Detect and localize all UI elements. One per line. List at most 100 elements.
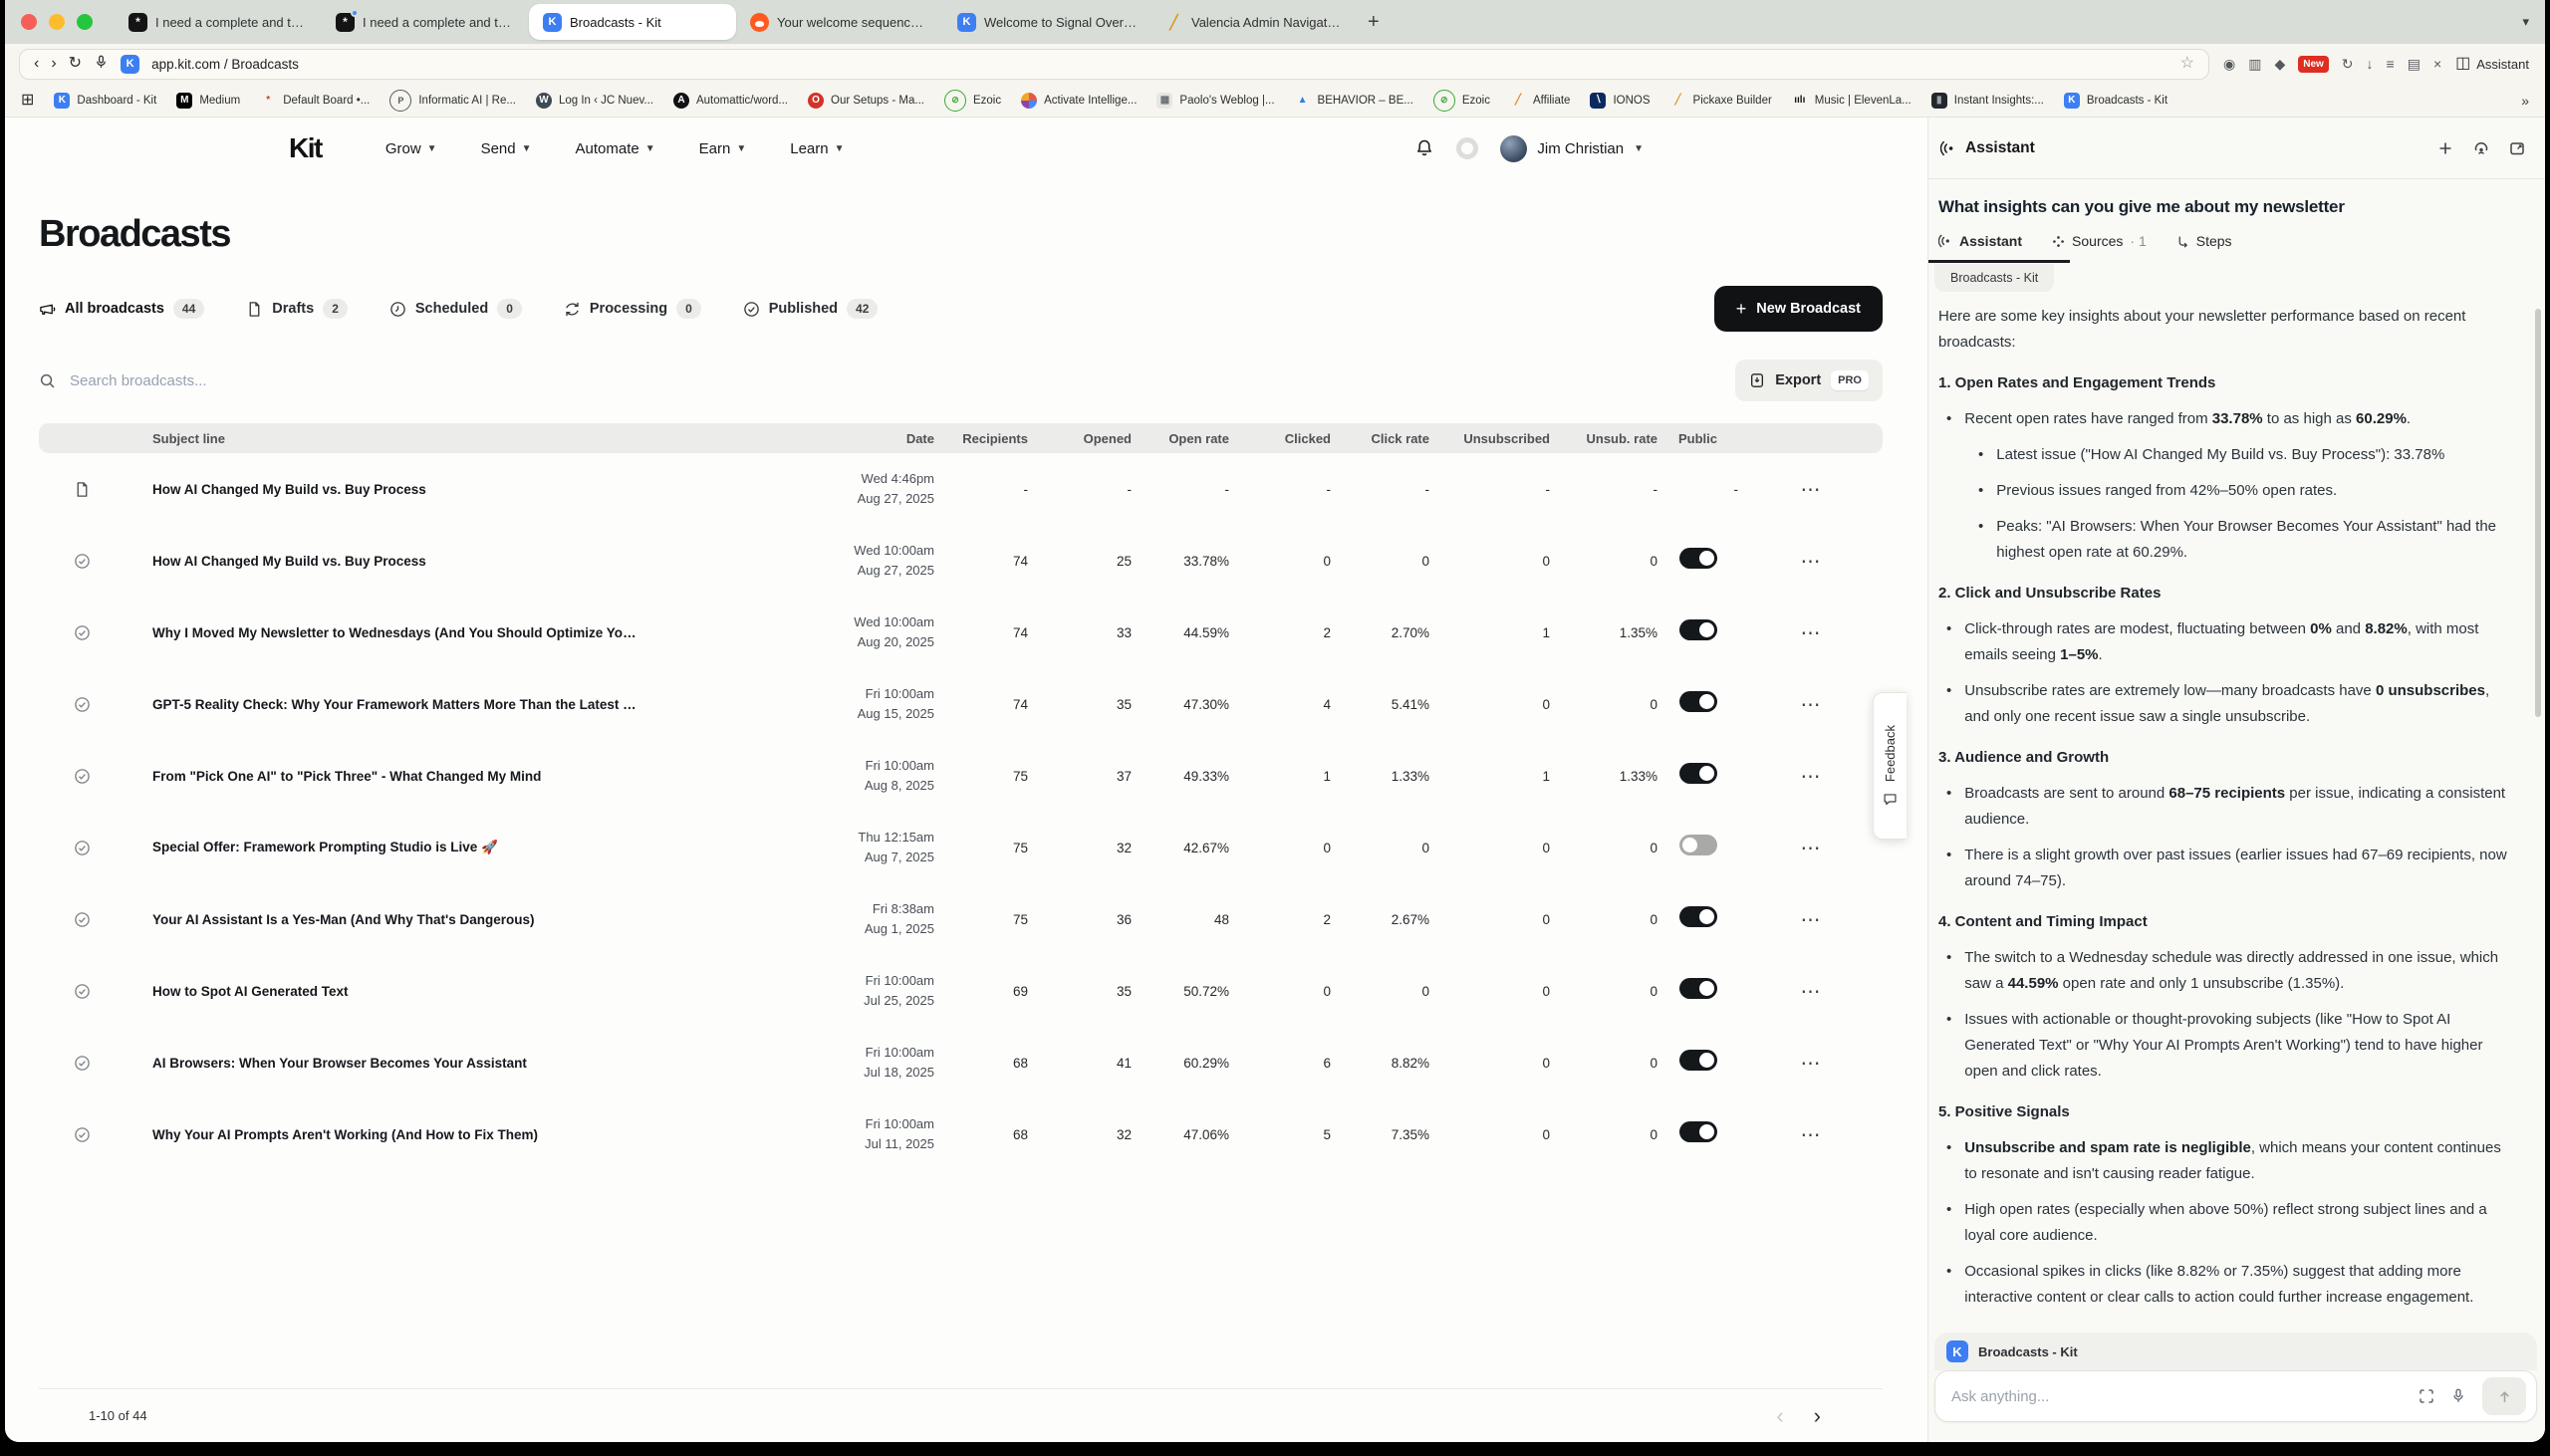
bookmark-item[interactable]: MMedium bbox=[176, 93, 240, 109]
support-icon[interactable] bbox=[2473, 140, 2489, 156]
bookmark-item[interactable]: KBroadcasts - Kit bbox=[2064, 93, 2168, 109]
feedback-tab[interactable]: Feedback bbox=[1873, 692, 1907, 840]
bookmark-item[interactable]: Activate Intellige... bbox=[1021, 93, 1137, 109]
bookmark-item[interactable]: ∖IONOS bbox=[1590, 93, 1650, 109]
filter-tab-drafts[interactable]: Drafts2 bbox=[246, 299, 348, 319]
extension-icon[interactable]: ▥ bbox=[2248, 56, 2261, 73]
browser-tab[interactable]: *I need a complete and thoro bbox=[322, 4, 529, 40]
ask-input[interactable] bbox=[1951, 1388, 2403, 1405]
broadcast-subject[interactable]: How AI Changed My Build vs. Buy Process bbox=[125, 482, 638, 497]
bookmark-item[interactable]: ⊘Ezoic bbox=[944, 90, 1001, 112]
bookmark-item[interactable]: ⊘Ezoic bbox=[1433, 90, 1490, 112]
filter-tab-scheduled[interactable]: Scheduled0 bbox=[389, 299, 522, 319]
toggle-on[interactable] bbox=[1679, 1121, 1717, 1142]
row-menu-icon[interactable]: ⋯ bbox=[1801, 907, 1821, 932]
new-chat-icon[interactable] bbox=[2437, 140, 2453, 156]
assistant-tab-sources[interactable]: Sources· 1 bbox=[2052, 233, 2147, 249]
assistant-tab-steps[interactable]: Steps bbox=[2176, 233, 2232, 249]
extension-icon[interactable]: ◉ bbox=[2223, 56, 2235, 73]
table-row[interactable]: Why Your AI Prompts Aren't Working (And … bbox=[39, 1098, 1883, 1170]
browser-tab[interactable]: KWelcome to Signal Over Noi bbox=[943, 4, 1150, 40]
minimize-window-button[interactable] bbox=[49, 14, 65, 30]
browser-tab[interactable]: KBroadcasts - Kit bbox=[529, 4, 736, 40]
forward-button[interactable]: › bbox=[51, 56, 56, 72]
broadcast-subject[interactable]: Why I Moved My Newsletter to Wednesdays … bbox=[125, 625, 638, 640]
table-row[interactable]: How to Spot AI Generated TextFri 10:00am… bbox=[39, 955, 1883, 1027]
broadcast-subject[interactable]: GPT-5 Reality Check: Why Your Framework … bbox=[125, 697, 638, 712]
tab-search-icon[interactable]: ▾ bbox=[2522, 14, 2529, 30]
public-toggle[interactable] bbox=[1679, 691, 1717, 717]
row-menu-icon[interactable]: ⋯ bbox=[1801, 620, 1821, 645]
assistant-tab-assistant[interactable]: Assistant bbox=[1938, 233, 2022, 249]
source-chip[interactable]: Broadcasts - Kit bbox=[1934, 264, 2054, 292]
back-button[interactable]: ‹ bbox=[34, 56, 39, 72]
progress-ring[interactable] bbox=[1456, 137, 1478, 159]
filter-tab-published[interactable]: Published42 bbox=[743, 299, 879, 319]
toggle-on[interactable] bbox=[1679, 619, 1717, 640]
table-row[interactable]: AI Browsers: When Your Browser Becomes Y… bbox=[39, 1027, 1883, 1098]
broadcast-subject[interactable]: From "Pick One AI" to "Pick Three" - Wha… bbox=[125, 769, 638, 784]
table-row[interactable]: From "Pick One AI" to "Pick Three" - Wha… bbox=[39, 740, 1883, 812]
new-tab-button[interactable]: + bbox=[1368, 11, 1380, 34]
download-icon[interactable]: ↓ bbox=[2367, 56, 2374, 72]
bookmark-item[interactable]: ▲BEHAVIOR – BE... bbox=[1295, 93, 1413, 109]
browser-tab[interactable]: ╱Valencia Admin Navigator | | bbox=[1150, 4, 1358, 40]
bookmark-item[interactable]: ╱Affiliate bbox=[1510, 93, 1571, 109]
nav-item-grow[interactable]: Grow▼ bbox=[385, 140, 437, 157]
nav-item-automate[interactable]: Automate▼ bbox=[576, 140, 655, 157]
toggle-on[interactable] bbox=[1679, 1050, 1717, 1071]
row-menu-icon[interactable]: ⋯ bbox=[1801, 836, 1821, 860]
broadcast-subject[interactable]: Your AI Assistant Is a Yes-Man (And Why … bbox=[125, 912, 638, 927]
broadcast-subject[interactable]: AI Browsers: When Your Browser Becomes Y… bbox=[125, 1056, 638, 1071]
apps-grid-icon[interactable]: ⊞ bbox=[21, 93, 34, 109]
screenshot-select-icon[interactable] bbox=[2419, 1388, 2434, 1404]
bookmark-item[interactable]: KDashboard - Kit bbox=[54, 93, 156, 109]
public-toggle[interactable] bbox=[1679, 1121, 1717, 1147]
user-menu[interactable]: Jim Christian ▼ bbox=[1500, 135, 1644, 162]
context-attachment[interactable]: K Broadcasts - Kit bbox=[1934, 1333, 2537, 1370]
mic-icon[interactable] bbox=[94, 55, 109, 74]
bookmark-item[interactable]: ▦Paolo's Weblog |... bbox=[1156, 93, 1274, 109]
broadcast-subject[interactable]: How AI Changed My Build vs. Buy Process bbox=[125, 554, 638, 569]
new-broadcast-button[interactable]: + New Broadcast bbox=[1714, 286, 1883, 332]
public-toggle[interactable] bbox=[1679, 978, 1717, 1004]
bookmark-item[interactable]: AAutomattic/word... bbox=[673, 93, 788, 109]
broadcast-subject[interactable]: Special Offer: Framework Prompting Studi… bbox=[125, 840, 638, 855]
nav-item-learn[interactable]: Learn▼ bbox=[790, 140, 844, 157]
bookmark-item[interactable]: ▮Instant Insights:... bbox=[1931, 93, 2044, 109]
row-menu-icon[interactable]: ⋯ bbox=[1801, 764, 1821, 789]
row-menu-icon[interactable]: ⋯ bbox=[1801, 549, 1821, 574]
row-menu-icon[interactable]: ⋯ bbox=[1801, 477, 1821, 502]
close-icon[interactable]: × bbox=[2433, 56, 2441, 72]
broadcast-subject[interactable]: How to Spot AI Generated Text bbox=[125, 984, 638, 999]
close-window-button[interactable] bbox=[21, 14, 37, 30]
browser-assistant-button[interactable]: ◫ Assistant bbox=[2455, 56, 2531, 72]
kit-logo[interactable]: Kit bbox=[289, 132, 322, 164]
toggle-on[interactable] bbox=[1679, 978, 1717, 999]
row-menu-icon[interactable]: ⋯ bbox=[1801, 979, 1821, 1004]
filter-tab-all-broadcasts[interactable]: All broadcasts44 bbox=[39, 299, 204, 319]
browser-tab[interactable]: Your welcome sequence isn' bbox=[736, 4, 943, 40]
table-row[interactable]: GPT-5 Reality Check: Why Your Framework … bbox=[39, 668, 1883, 740]
next-page-icon[interactable]: › bbox=[1814, 1403, 1821, 1429]
bookmark-item[interactable]: *Default Board •... bbox=[260, 93, 370, 109]
row-menu-icon[interactable]: ⋯ bbox=[1801, 1122, 1821, 1147]
toggle-on[interactable] bbox=[1679, 763, 1717, 784]
broadcast-subject[interactable]: Why Your AI Prompts Aren't Working (And … bbox=[125, 1127, 638, 1142]
address-bar[interactable]: ‹ › ↻ K app.kit.com / Broadcasts ☆ bbox=[19, 49, 2209, 80]
nav-item-send[interactable]: Send▼ bbox=[481, 140, 532, 157]
send-button[interactable] bbox=[2482, 1377, 2526, 1415]
extension-icon[interactable]: ◆ bbox=[2274, 56, 2285, 73]
filter-tab-processing[interactable]: Processing0 bbox=[564, 299, 701, 319]
browser-tab[interactable]: *I need a complete and thoro bbox=[115, 4, 322, 40]
public-toggle[interactable] bbox=[1679, 1050, 1717, 1076]
mic-icon[interactable] bbox=[2450, 1388, 2466, 1404]
toggle-on[interactable] bbox=[1679, 906, 1717, 927]
zoom-window-button[interactable] bbox=[77, 14, 93, 30]
table-row[interactable]: How AI Changed My Build vs. Buy ProcessW… bbox=[39, 525, 1883, 597]
reload-extension-icon[interactable]: ↻ bbox=[2342, 56, 2354, 73]
row-menu-icon[interactable]: ⋯ bbox=[1801, 1051, 1821, 1076]
nav-item-earn[interactable]: Earn▼ bbox=[699, 140, 747, 157]
bookmark-item[interactable]: WLog In ‹ JC Nuev... bbox=[536, 93, 653, 109]
toggle-on[interactable] bbox=[1679, 691, 1717, 712]
